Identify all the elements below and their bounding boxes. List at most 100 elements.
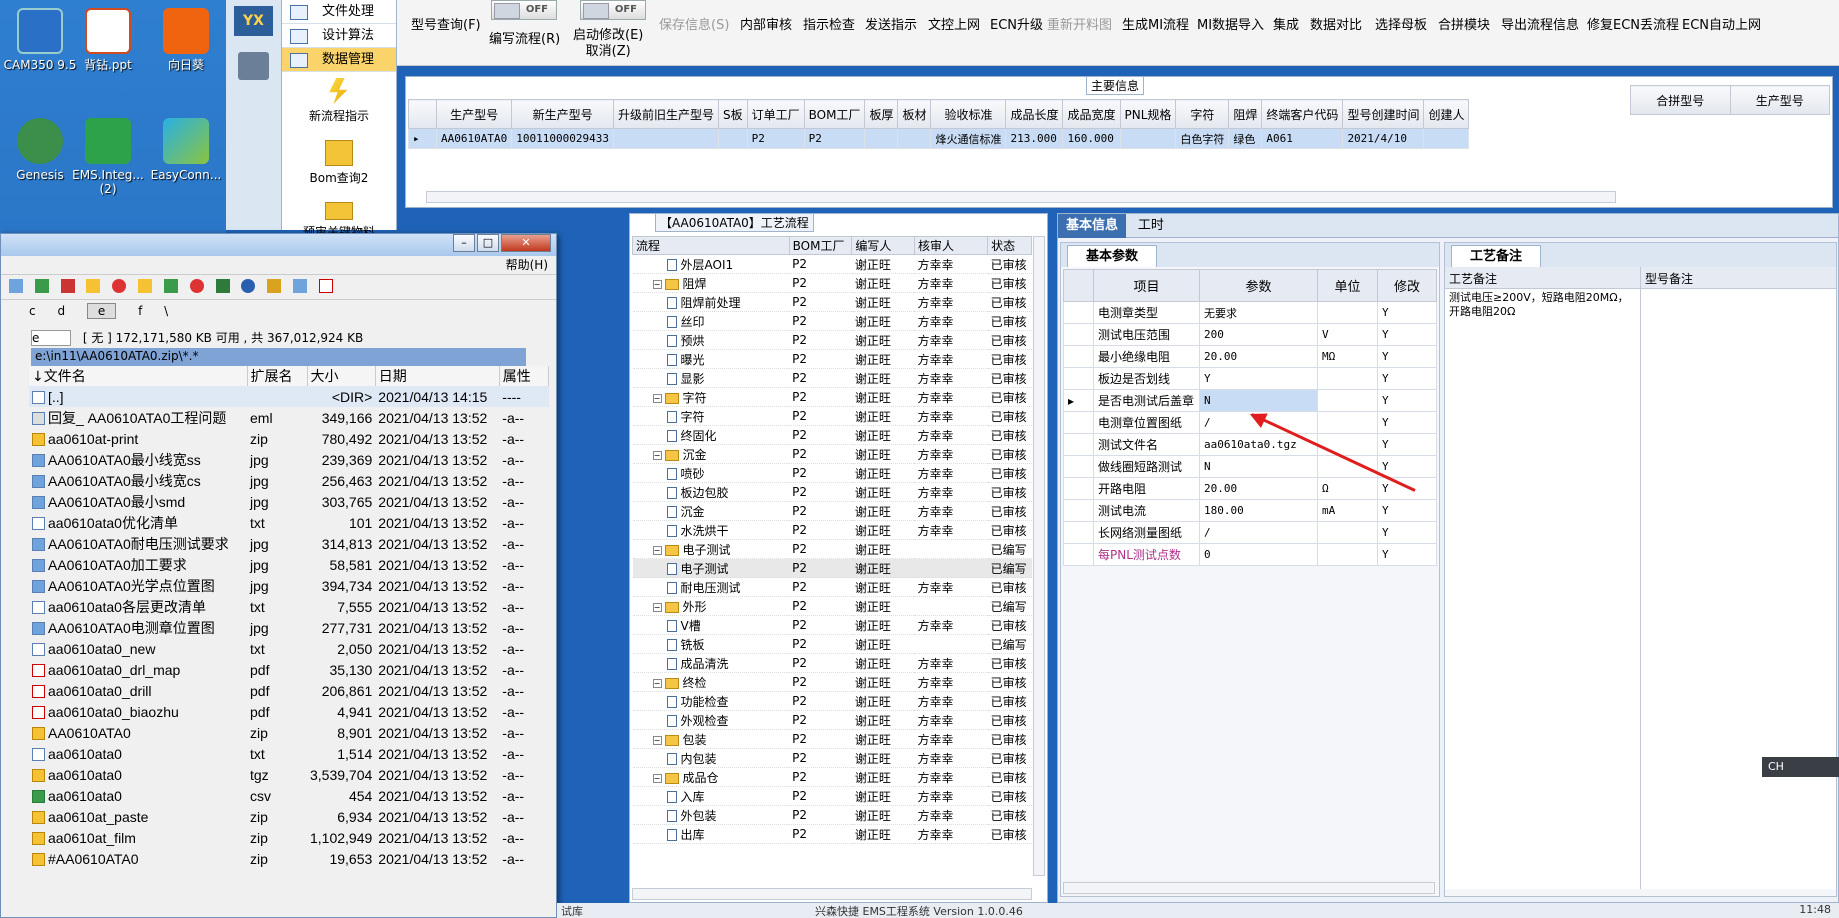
- toolbar-send-guide[interactable]: 发送指示: [865, 12, 917, 33]
- file-row[interactable]: AA0610ATA0电测章位置图 jpg 277,731 2021/04/13 13:…: [29, 617, 549, 638]
- process-remark-text[interactable]: 测试电压≥200V，短路电阻20MΩ，开路电阻20Ω: [1445, 289, 1641, 889]
- file-row[interactable]: aa0610ata0_biaozhu pdf 4,941 2021/04/13 13:…: [29, 701, 549, 722]
- process-row[interactable]: 阻焊前处理 P2 谢正旺 方幸幸 已审核: [632, 292, 1032, 312]
- process-row[interactable]: 内包装 P2 谢正旺 方幸幸 已审核: [632, 748, 1032, 768]
- shield-icon[interactable]: [267, 279, 282, 293]
- main-cell-8[interactable]: 烽火通信标准: [930, 128, 1007, 149]
- main-col-16[interactable]: 创建人: [1423, 99, 1470, 129]
- toolbar-guide-check[interactable]: 指示检查: [803, 12, 855, 33]
- file-row[interactable]: aa0610at_paste zip 6,934 2021/04/13 13:52 -a…: [29, 806, 549, 827]
- param-row[interactable]: 测试电压范围 200 V Y: [1063, 323, 1437, 346]
- main-col-3[interactable]: S板: [717, 99, 748, 129]
- ime-indicator[interactable]: CH: [1762, 757, 1839, 777]
- collapse-icon[interactable]: −: [652, 279, 662, 289]
- toolbar-start-modify[interactable]: 启动修改(E) 取消(Z): [573, 26, 643, 60]
- file-row[interactable]: aa0610ata0 csv 454 2021/04/13 13:52 -a--: [29, 785, 549, 806]
- param-row[interactable]: 开路电阻 20.00 Ω Y: [1063, 477, 1437, 500]
- collapse-icon[interactable]: −: [652, 678, 662, 688]
- main-col-5[interactable]: BOM工厂: [803, 99, 866, 129]
- path-bar[interactable]: e:\in11\AA0610ATA0.zip\*.*: [31, 348, 526, 366]
- collapse-icon[interactable]: −: [652, 393, 662, 403]
- drive-network[interactable]: \: [164, 304, 168, 318]
- param-value[interactable]: 无要求: [1199, 301, 1318, 324]
- process-col-2[interactable]: 编写人: [851, 236, 915, 255]
- main-col-15[interactable]: 型号创建时间: [1342, 99, 1425, 129]
- tab-basic-info[interactable]: 基本信息: [1058, 214, 1127, 238]
- param-row[interactable]: 长网络测量图纸 / Y: [1063, 521, 1437, 544]
- menu-preaudit-material[interactable]: 预审关键物料: [282, 196, 396, 239]
- process-row[interactable]: 字符 P2 谢正旺 方幸幸 已审核: [632, 406, 1032, 426]
- file-row[interactable]: aa0610at_film zip 1,102,949 2021/04/13 13:5…: [29, 827, 549, 848]
- menu-design-algorithm[interactable]: 设计算法: [282, 24, 396, 48]
- file-row[interactable]: aa0610ata0各层更改清单 txt 7,555 2021/04/13 13:52…: [29, 596, 549, 617]
- file-row[interactable]: #AA0610ATA0 zip 19,653 2021/04/13 13:52 -a--: [29, 848, 549, 869]
- process-row[interactable]: 外包装 P2 谢正旺 方幸幸 已审核: [632, 805, 1032, 825]
- desktop-icon-sunlogin[interactable]: 向日葵: [146, 8, 226, 72]
- process-row[interactable]: 外观检查 P2 谢正旺 方幸幸 已审核: [632, 710, 1032, 730]
- process-row[interactable]: 功能检查 P2 谢正旺 方幸幸 已审核: [632, 691, 1032, 711]
- file-row[interactable]: AA0610ATA0最小smd jpg 303,765 2021/04/13 13:5…: [29, 491, 549, 512]
- process-col-0[interactable]: 流程: [632, 236, 790, 255]
- process-vscrollbar[interactable]: [1033, 236, 1045, 876]
- param-value[interactable]: Y: [1199, 367, 1318, 390]
- main-col-9[interactable]: 成品长度: [1005, 99, 1064, 129]
- process-hscrollbar[interactable]: [632, 888, 1032, 900]
- toolbar-model-query[interactable]: 型号查询(F): [411, 12, 481, 33]
- pdf-icon[interactable]: [318, 279, 333, 293]
- params-hscrollbar[interactable]: [1063, 882, 1435, 894]
- menu-help[interactable]: 帮助(H): [506, 258, 548, 272]
- main-col-2[interactable]: 升级前旧生产型号: [612, 99, 719, 129]
- param-value[interactable]: N: [1199, 389, 1318, 412]
- file-row[interactable]: aa0610at-print zip 780,492 2021/04/13 13:52…: [29, 428, 549, 449]
- main-cell-12[interactable]: 白色字符: [1175, 128, 1230, 149]
- collapse-icon[interactable]: −: [652, 602, 662, 612]
- drive-e[interactable]: e: [86, 303, 117, 319]
- process-row[interactable]: 水洗烘干 P2 谢正旺 方幸幸 已审核: [632, 520, 1032, 540]
- toolbar-write-process[interactable]: 编写流程(R): [489, 26, 560, 47]
- process-row[interactable]: 成品清洗 P2 谢正旺 方幸幸 已审核: [632, 653, 1032, 673]
- main-cell-0[interactable]: AA0610ATA0: [435, 128, 513, 149]
- subtab-process-remark[interactable]: 工艺备注: [1451, 245, 1542, 267]
- tab-work-hours[interactable]: 工时: [1130, 214, 1172, 238]
- main-cell-14[interactable]: A061: [1261, 128, 1344, 149]
- param-row[interactable]: 每PNL测试点数 0 Y: [1063, 543, 1437, 566]
- desktop-icon-ppt[interactable]: 背钻.ppt: [68, 8, 148, 72]
- forbid-icon[interactable]: [189, 279, 204, 293]
- toolbar-mi-import[interactable]: MI数据导入: [1197, 12, 1264, 33]
- main-col-0[interactable]: 生产型号: [435, 99, 513, 129]
- process-col-4[interactable]: 状态: [987, 236, 1032, 255]
- desktop-icon-easyconn[interactable]: EasyConn...: [146, 118, 226, 182]
- toolbar-data-compare[interactable]: 数据对比: [1310, 12, 1362, 33]
- file-row[interactable]: AA0610ATA0加工要求 jpg 58,581 2021/04/13 13:52-…: [29, 554, 549, 575]
- process-row[interactable]: − 成品仓 P2 谢正旺 方幸幸 已审核: [632, 767, 1032, 787]
- process-row[interactable]: 喷砂 P2 谢正旺 方幸幸 已审核: [632, 463, 1032, 483]
- file-row[interactable]: AA0610ATA0光学点位置图 jpg 394,734 2021/04/13 13:…: [29, 575, 549, 596]
- forbid-icon[interactable]: [112, 279, 127, 293]
- toggle-write-process[interactable]: OFF: [491, 0, 557, 20]
- drive-f[interactable]: f: [138, 304, 142, 318]
- main-col-6[interactable]: 板厚: [864, 99, 899, 129]
- main-col-1[interactable]: 新生产型号: [511, 99, 614, 129]
- main-cell-6[interactable]: [864, 128, 899, 149]
- process-col-1[interactable]: BOM工厂: [788, 236, 853, 255]
- main-cell-16[interactable]: [1423, 128, 1470, 149]
- toolbar-integrate[interactable]: 集成: [1273, 12, 1299, 33]
- toolbar-recut-drawing[interactable]: 重新开料图: [1047, 12, 1112, 33]
- process-row[interactable]: − 外形 P2 谢正旺 已编写: [632, 596, 1032, 616]
- process-row[interactable]: 曝光 P2 谢正旺 方幸幸 已审核: [632, 349, 1032, 369]
- maximize-button[interactable]: □: [477, 234, 499, 252]
- collapse-icon[interactable]: −: [652, 735, 662, 745]
- main-col-4[interactable]: 订单工厂: [746, 99, 805, 129]
- main-col-12[interactable]: 字符: [1175, 99, 1230, 129]
- collapse-icon[interactable]: −: [652, 545, 662, 555]
- param-row[interactable]: ▸ 是否电测试后盖章 N Y: [1063, 389, 1437, 412]
- toolbar-export-process[interactable]: 导出流程信息: [1501, 12, 1579, 33]
- main-col-14[interactable]: 终端客户代码: [1261, 99, 1344, 129]
- process-row[interactable]: 入库 P2 谢正旺 方幸幸 已审核: [632, 786, 1032, 806]
- param-row[interactable]: 板边是否划线 Y Y: [1063, 367, 1437, 390]
- main-cell-7[interactable]: [897, 128, 932, 149]
- toolbox-icon[interactable]: [238, 52, 269, 80]
- process-row[interactable]: − 沉金 P2 谢正旺 方幸幸 已审核: [632, 444, 1032, 464]
- param-row[interactable]: 最小绝缘电阻 20.00 MΩ Y: [1063, 345, 1437, 368]
- main-col-7[interactable]: 板材: [897, 99, 932, 129]
